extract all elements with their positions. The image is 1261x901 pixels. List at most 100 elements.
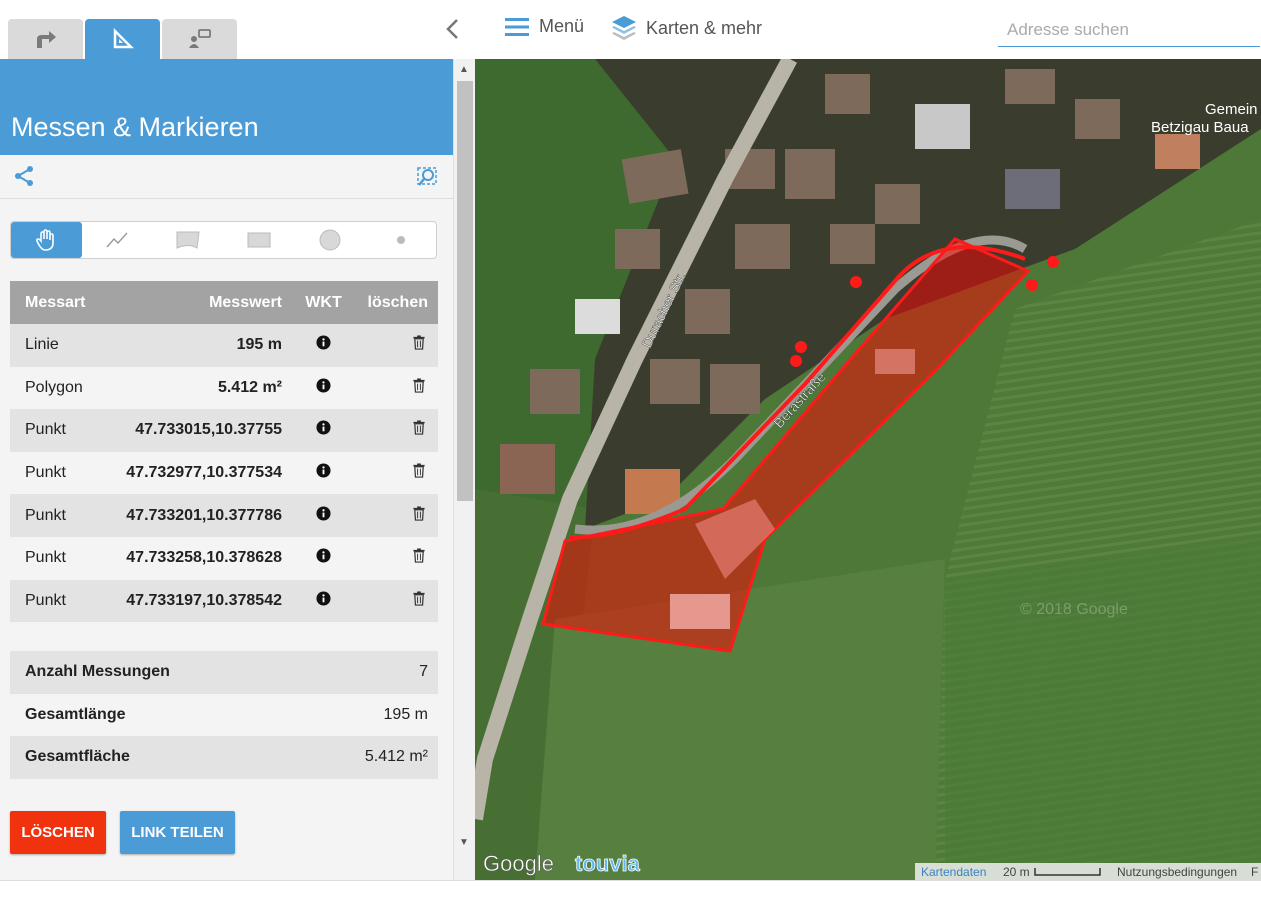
delete-row-button[interactable] [365, 366, 438, 410]
summary-row: Gesamtfläche 5.412 m² [10, 736, 438, 779]
col-header-delete: löschen [365, 281, 438, 324]
table-row: Polygon 5.412 m² [10, 366, 438, 410]
tab-measure[interactable] [85, 19, 160, 59]
page-footer [0, 880, 1261, 901]
info-icon [316, 420, 331, 436]
trash-icon [413, 463, 425, 478]
table-row: Punkt 47.732977,10.377534 [10, 451, 438, 495]
measure-value: 47.732977,10.377534 [100, 451, 282, 495]
delete-row-button[interactable] [365, 451, 438, 495]
maps-button[interactable]: Karten & mehr [610, 14, 762, 42]
tool-tabs [0, 0, 475, 59]
maps-label: Karten & mehr [646, 17, 763, 38]
trash-icon [413, 591, 425, 606]
wkt-info-button[interactable] [282, 451, 365, 495]
place-label: Gemein [1205, 101, 1258, 118]
delete-row-button[interactable] [365, 494, 438, 537]
map-data-link[interactable]: Kartendaten [915, 863, 997, 880]
wkt-info-button[interactable] [282, 409, 365, 452]
measure-value: 5.412 m² [100, 366, 282, 410]
delete-row-button[interactable] [365, 536, 438, 580]
collapse-panel-button[interactable] [440, 16, 464, 42]
measure-value: 47.733258,10.378628 [100, 536, 282, 580]
summary-label: Gesamtfläche [10, 736, 304, 779]
share-icon[interactable] [12, 164, 36, 193]
info-icon [316, 378, 331, 393]
summary-row: Gesamtlänge 195 m [10, 693, 438, 737]
flag-polygon-icon [176, 231, 200, 249]
wkt-info-button[interactable] [282, 536, 365, 580]
measurement-table: Messart Messwert WKT löschen Linie 195 mP… [10, 281, 438, 623]
measure-type: Punkt [10, 409, 100, 452]
col-header-type: Messart [10, 281, 100, 324]
chevron-left-icon [446, 19, 458, 39]
trash-icon [413, 335, 425, 350]
delete-all-button[interactable]: LÖSCHEN [10, 811, 106, 854]
table-row: Punkt 47.733258,10.378628 [10, 536, 438, 580]
measure-point[interactable] [1026, 279, 1038, 291]
menu-button[interactable]: Menü [505, 16, 584, 37]
info-icon [316, 335, 331, 350]
info-icon [316, 506, 331, 521]
summary-row: Anzahl Messungen 7 [10, 651, 438, 694]
rectangle-icon [247, 232, 271, 248]
share-link-button[interactable]: LINK TEILEN [120, 811, 235, 854]
scroll-down-icon[interactable]: ▼ [459, 837, 469, 848]
report-link[interactable]: F [1249, 863, 1261, 880]
panel-header: Messen & Markieren [0, 59, 453, 155]
scroll-up-icon[interactable]: ▲ [459, 64, 469, 75]
mode-circle[interactable] [294, 222, 365, 258]
measure-point[interactable] [850, 276, 862, 288]
delete-row-button[interactable] [365, 409, 438, 452]
map-watermark: © 2018 Google [1020, 601, 1128, 618]
measure-value: 47.733201,10.377786 [100, 494, 282, 537]
col-header-wkt: WKT [282, 281, 365, 324]
measure-value: 47.733015,10.37755 [100, 409, 282, 452]
map-toolbar: Menü Karten & mehr [475, 0, 1261, 59]
wkt-info-button[interactable] [282, 366, 365, 410]
summary-label: Gesamtlänge [10, 693, 304, 737]
mode-pan[interactable] [11, 222, 82, 258]
measurement-rows: Linie 195 m Polygon 5.412 m² Punkt 47.733015,… [10, 324, 438, 623]
mode-polygon[interactable] [153, 222, 224, 258]
info-icon [316, 548, 331, 563]
scale-label: 20 m [1003, 864, 1030, 879]
measure-point[interactable] [795, 341, 807, 353]
trash-icon [413, 420, 425, 436]
zoom-to-area-icon[interactable] [415, 164, 439, 193]
mode-point[interactable] [365, 222, 436, 258]
measure-point[interactable] [1047, 256, 1059, 268]
left-sidebar: Messen & Markieren Messart Messwert WKT … [0, 0, 475, 880]
scrollbar-thumb[interactable] [457, 81, 473, 501]
table-row: Punkt 47.733015,10.37755 [10, 409, 438, 452]
wkt-info-button[interactable] [282, 494, 365, 537]
measure-type: Punkt [10, 494, 100, 537]
terms-link[interactable]: Nutzungsbedingungen [1111, 863, 1249, 880]
measure-type: Polygon [10, 366, 100, 410]
mode-rectangle[interactable] [223, 222, 294, 258]
address-search-input[interactable] [998, 14, 1260, 47]
measure-point[interactable] [790, 355, 802, 367]
google-logo: Google [483, 851, 554, 876]
delete-row-button[interactable] [365, 324, 438, 367]
ruler-triangle-icon [113, 28, 134, 49]
route-arrow-icon [36, 31, 56, 48]
table-row: Linie 195 m [10, 324, 438, 367]
tab-marker[interactable] [162, 19, 237, 59]
wkt-info-button[interactable] [282, 579, 365, 623]
wkt-info-button[interactable] [282, 324, 365, 367]
summary-value: 195 m [303, 693, 438, 737]
mode-line[interactable] [82, 222, 153, 258]
hamburger-icon [505, 17, 529, 36]
delete-row-button[interactable] [365, 579, 438, 623]
table-row: Punkt 47.733197,10.378542 [10, 579, 438, 623]
panel-iconbar [0, 155, 453, 199]
tab-route[interactable] [8, 19, 83, 59]
panel-title: Messen & Markieren [11, 112, 259, 142]
measure-type: Punkt [10, 536, 100, 580]
circle-icon [319, 229, 341, 251]
measure-type: Linie [10, 324, 100, 367]
panel-scrollbar[interactable]: ▲ ▼ [453, 59, 475, 880]
satellite-map[interactable]: Duracher Str. Berastraße Gemein Betzigau… [475, 59, 1261, 880]
measure-value: 47.733197,10.378542 [100, 579, 282, 623]
